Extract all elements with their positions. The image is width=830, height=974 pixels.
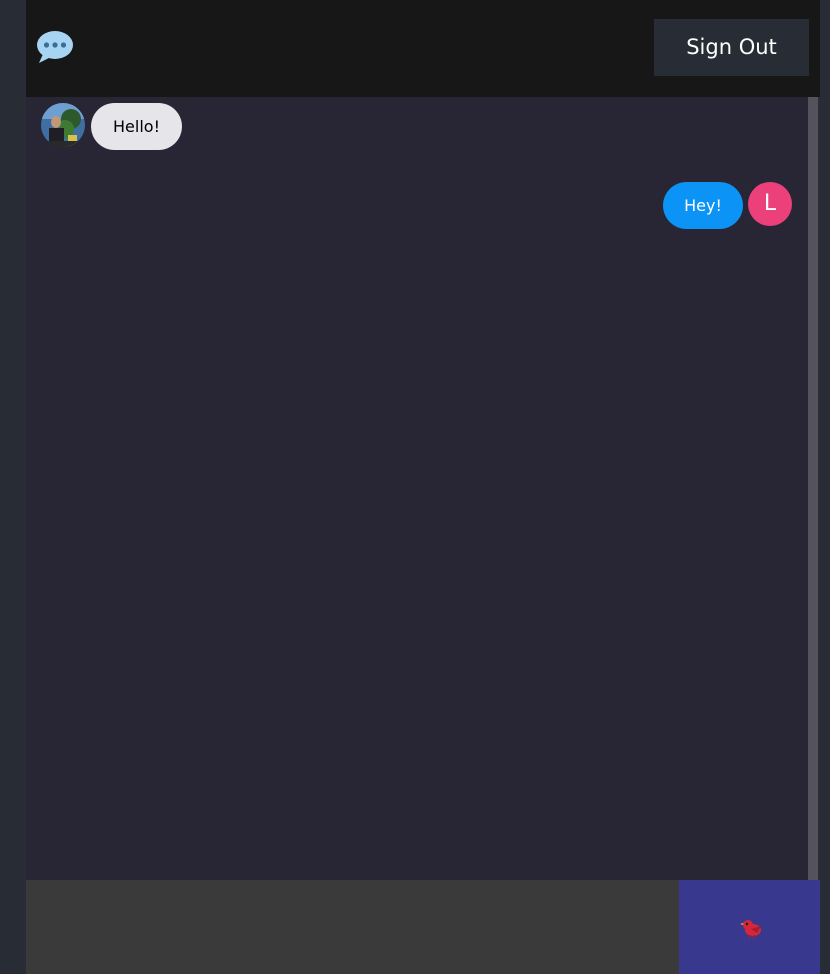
scrollbar-thumb[interactable] — [808, 97, 818, 880]
app-header: Sign Out — [26, 0, 820, 97]
message-bubble: Hello! — [91, 103, 182, 150]
speech-bubble-icon — [36, 30, 74, 64]
chat-app: Sign Out Hello! Hey! L — [26, 0, 820, 974]
send-button[interactable] — [679, 880, 820, 974]
avatar — [41, 103, 85, 147]
message-list[interactable]: Hello! Hey! L — [26, 97, 820, 880]
message-bubble: Hey! — [663, 182, 743, 229]
bird-icon — [740, 920, 761, 940]
avatar: L — [748, 182, 792, 226]
message-input[interactable] — [26, 880, 679, 974]
sign-out-button[interactable]: Sign Out — [654, 19, 809, 76]
message-composer — [26, 880, 820, 974]
scrollbar[interactable] — [808, 97, 820, 880]
